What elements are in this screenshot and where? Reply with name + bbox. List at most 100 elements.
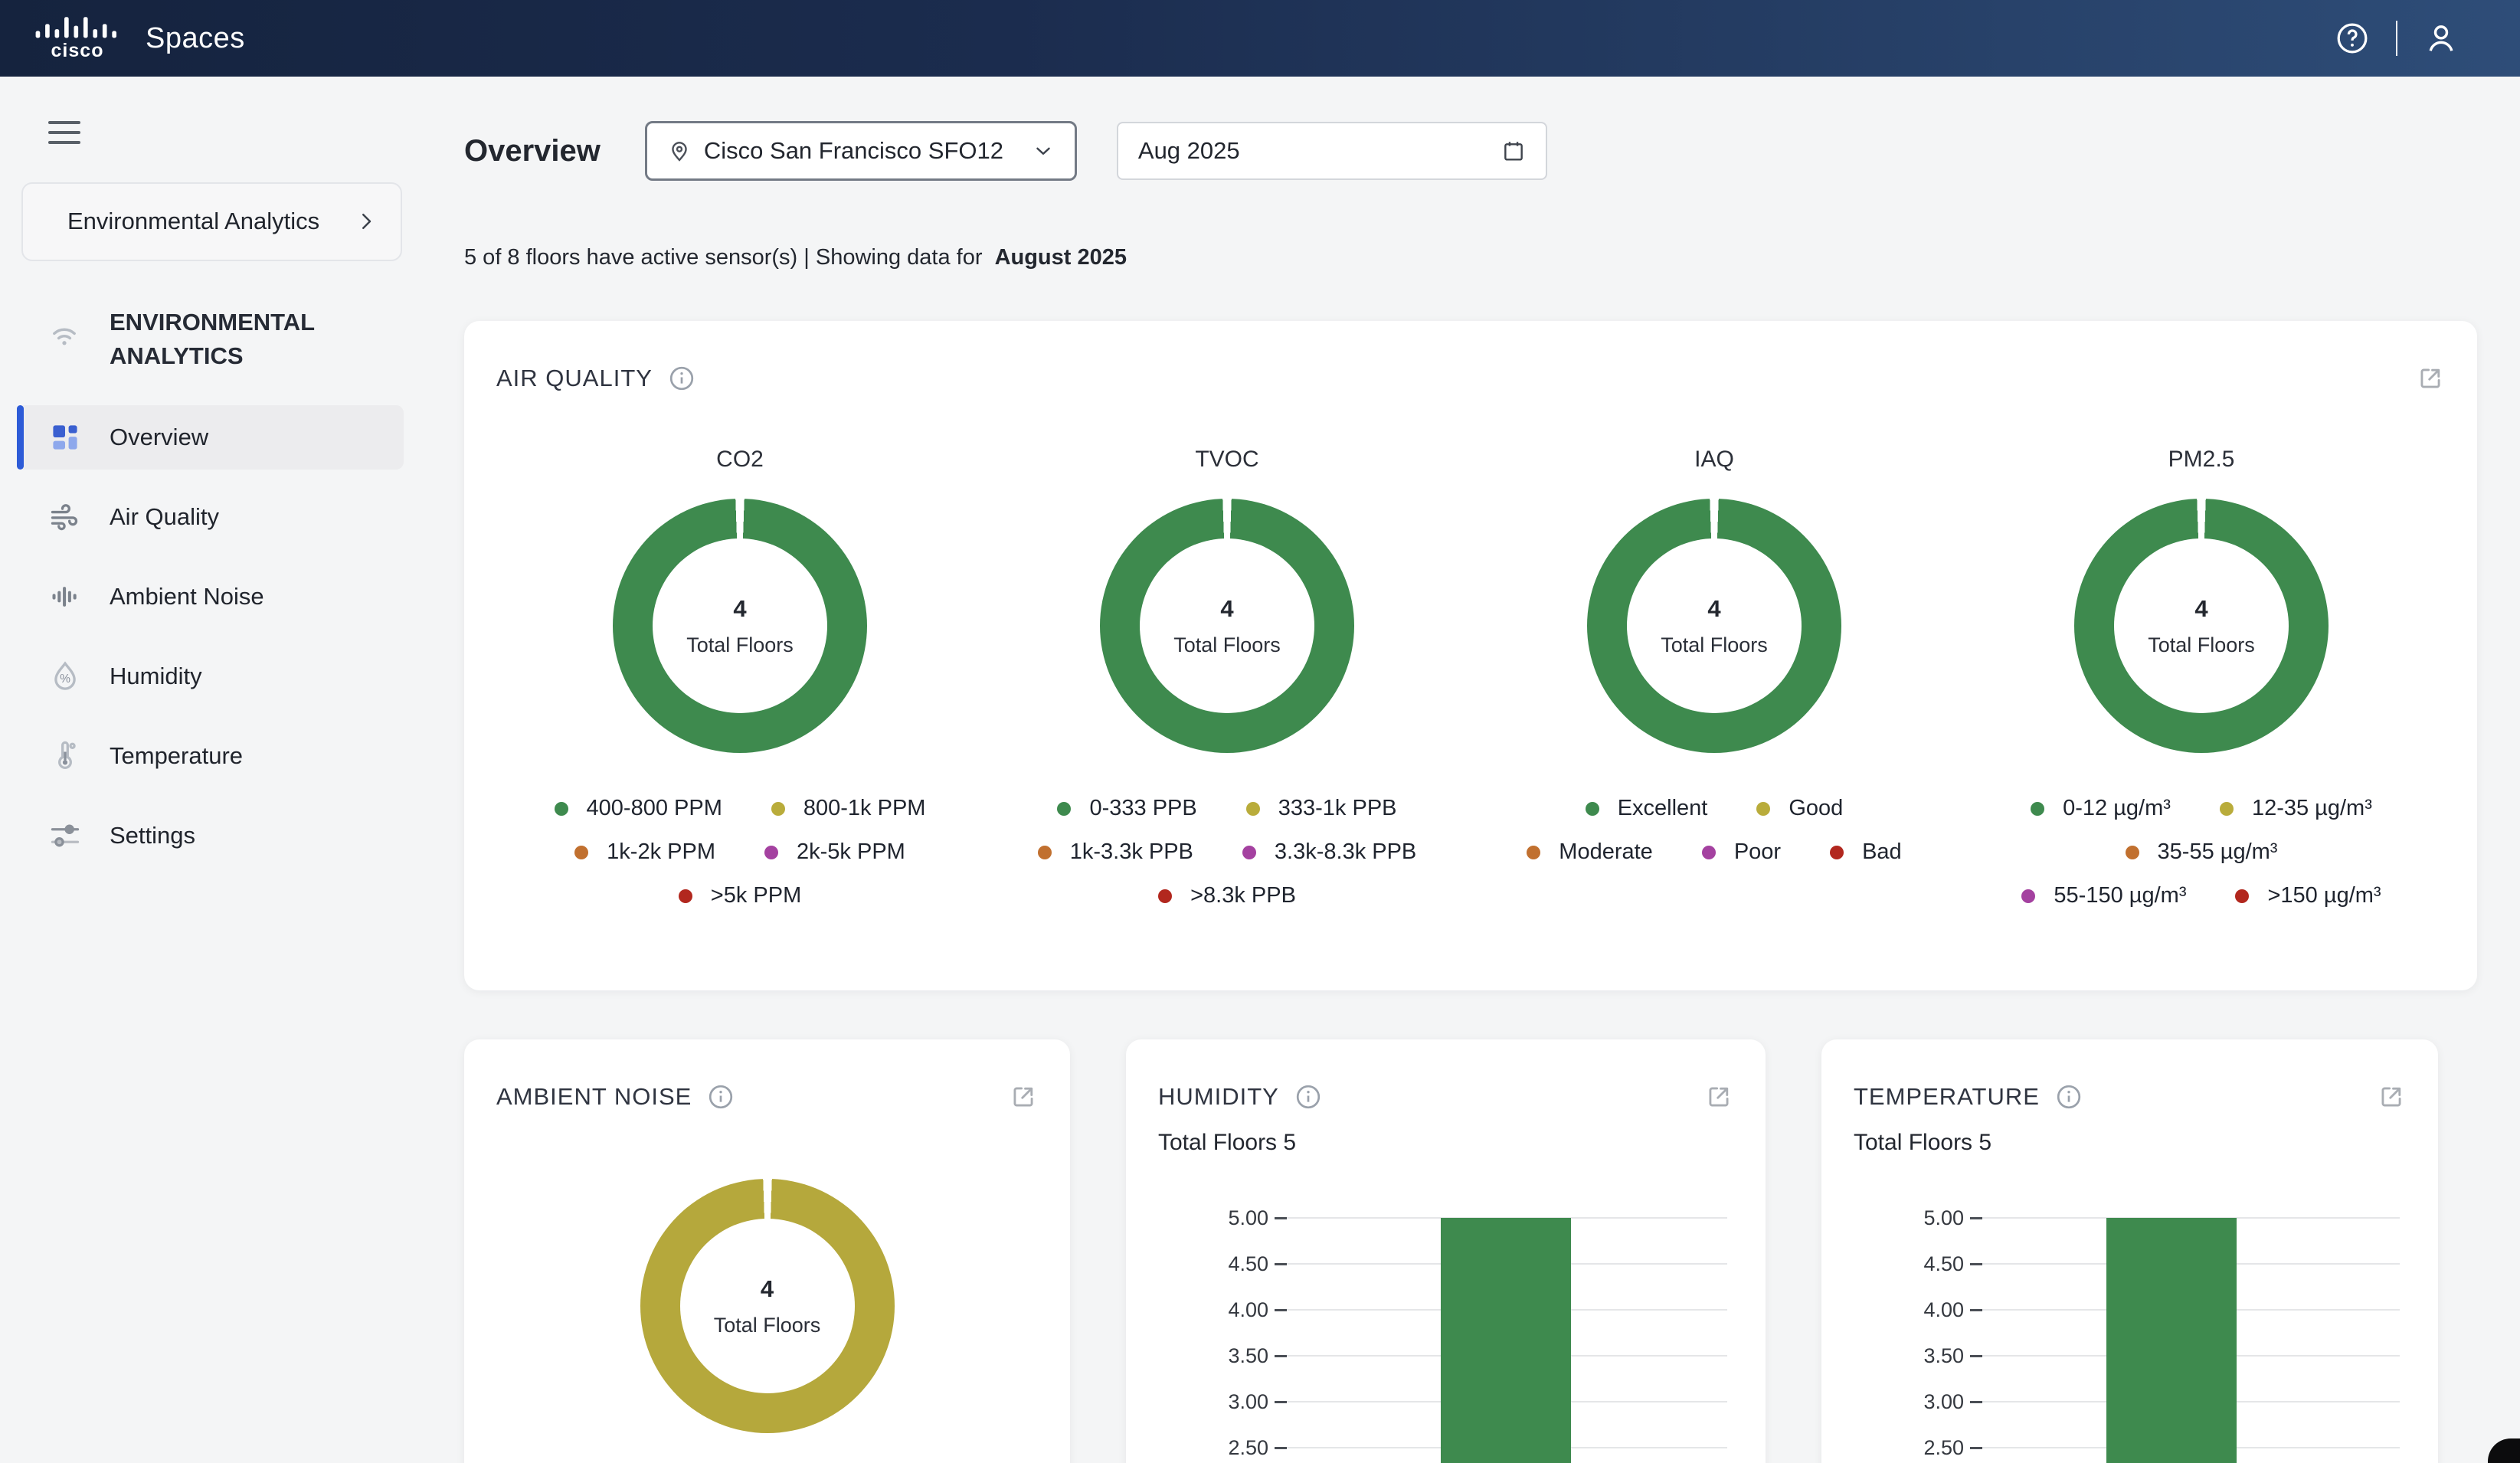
donut-label: Total Floors — [2148, 633, 2255, 657]
wind-icon — [48, 500, 82, 534]
legend-item[interactable]: >150 µg/m³ — [2235, 883, 2381, 908]
legend-item[interactable]: Good — [1756, 796, 1843, 821]
y-tick-mark — [1275, 1401, 1287, 1403]
brand: cisco Spaces — [32, 15, 245, 62]
legend-dot — [1586, 802, 1599, 816]
legend-item[interactable]: 1k-2k PPM — [574, 840, 715, 865]
sidebar-toggle-button[interactable] — [48, 121, 80, 144]
legend-label: 3.3k-8.3k PPB — [1275, 840, 1416, 865]
chevron-right-icon — [355, 210, 378, 233]
help-button[interactable] — [2335, 21, 2370, 56]
svg-text:%: % — [60, 672, 70, 685]
y-tick-mark — [1970, 1401, 1982, 1403]
bar-series — [2106, 1218, 2237, 1463]
y-tick-mark — [1970, 1217, 1982, 1219]
sidebar-item-label: Settings — [110, 822, 195, 849]
legend-dot — [1527, 846, 1540, 859]
y-tick-label: 4.00 — [1849, 1298, 1964, 1322]
status-text: 5 of 8 floors have active sensor(s) | Sh… — [464, 245, 983, 270]
legend-label: 2k-5k PPM — [797, 840, 905, 865]
aq-metric-iaq: IAQ4Total FloorsExcellentGoodModeratePoo… — [1471, 447, 1958, 927]
legend-label: Good — [1789, 796, 1843, 821]
sidebar-item-label: Ambient Noise — [110, 583, 264, 610]
legend-label: 1k-3.3k PPB — [1070, 840, 1193, 865]
legend-item[interactable]: Moderate — [1527, 840, 1653, 865]
y-tick-mark — [1970, 1447, 1982, 1449]
status-line: 5 of 8 floors have active sensor(s) | Sh… — [464, 245, 2477, 270]
legend-item[interactable]: 55-150 µg/m³ — [2021, 883, 2186, 908]
legend-item[interactable]: 800-1k PPM — [771, 796, 926, 821]
humidity-bar-chart: 5.004.504.003.503.002.50TOTAL FLOORS — [1126, 1039, 1766, 1463]
legend-item[interactable]: Excellent — [1586, 796, 1708, 821]
legend-label: >150 µg/m³ — [2267, 883, 2381, 908]
sliders-icon — [48, 819, 82, 853]
app-context-switcher[interactable]: Environmental Analytics — [21, 182, 402, 261]
navbar-divider — [2396, 21, 2397, 56]
sidebar-item-air-quality[interactable]: Air Quality — [17, 485, 404, 549]
legend-item[interactable]: 1k-3.3k PPB — [1038, 840, 1193, 865]
location-dropdown[interactable]: Cisco San Francisco SFO12 — [645, 121, 1077, 181]
sidebar-item-label: Air Quality — [110, 503, 219, 531]
legend-item[interactable]: >8.3k PPB — [1158, 883, 1296, 908]
metric-title: TVOC — [1195, 447, 1258, 473]
donut-label: Total Floors — [1661, 633, 1768, 657]
legend-item[interactable]: 0-12 µg/m³ — [2031, 796, 2171, 821]
donut-value: 4 — [2194, 595, 2207, 623]
legend-dot — [1242, 846, 1256, 859]
legend-label: 800-1k PPM — [803, 796, 926, 821]
sidebar-item-settings[interactable]: Settings — [17, 804, 404, 868]
donut-value: 4 — [733, 595, 746, 623]
pm25-donut-chart: 4 Total Floors — [2074, 499, 2329, 753]
expand-external-link-icon[interactable] — [2416, 364, 2445, 393]
aq-metric-co2: CO24Total Floors400-800 PPM800-1k PPM1k-… — [496, 447, 983, 927]
y-axis-title: TOTAL FLOORS — [1847, 1386, 1874, 1463]
legend-dot — [771, 802, 785, 816]
legend-dot — [1158, 889, 1172, 903]
tvoc-donut-chart: 4Total Floors — [1100, 499, 1354, 753]
donut-value: 4 — [1707, 595, 1720, 623]
metric-legend: 0-12 µg/m³ 12-35 µg/m³ 35-55 µg/m³ 55-150 µ… — [1958, 796, 2445, 927]
cisco-logo-icon: cisco — [32, 15, 123, 62]
legend-item[interactable]: Bad — [1830, 840, 1902, 865]
y-tick-label: 4.00 — [1154, 1298, 1268, 1322]
calendar-icon — [1501, 139, 1526, 163]
expand-external-link-icon[interactable] — [1009, 1082, 1038, 1111]
sidebar-item-overview[interactable]: Overview — [17, 405, 404, 470]
legend-item[interactable]: 12-35 µg/m³ — [2220, 796, 2372, 821]
legend-item[interactable]: 333-1k PPB — [1246, 796, 1397, 821]
y-tick-mark — [1275, 1263, 1287, 1265]
legend-item[interactable]: 0-333 PPB — [1057, 796, 1196, 821]
sidebar-item-humidity[interactable]: %Humidity — [17, 644, 404, 709]
sidebar-item-ambient-noise[interactable]: Ambient Noise — [17, 565, 404, 629]
metric-legend: Excellent Good Moderate Poor Bad — [1471, 796, 1958, 883]
y-tick-mark — [1970, 1263, 1982, 1265]
legend-item[interactable]: Poor — [1702, 840, 1781, 865]
cisco-logo-word: cisco — [51, 40, 104, 62]
legend-dot — [679, 889, 692, 903]
y-tick-mark — [1970, 1309, 1982, 1311]
legend-dot — [1246, 802, 1260, 816]
legend-item[interactable]: 35-55 µg/m³ — [2126, 840, 2278, 865]
y-axis-title: TOTAL FLOORS — [1152, 1386, 1178, 1463]
legend-label: 55-150 µg/m³ — [2054, 883, 2186, 908]
month-picker[interactable]: Aug 2025 — [1117, 122, 1547, 180]
legend-item[interactable]: >5k PPM — [679, 883, 801, 908]
legend-item[interactable]: 400-800 PPM — [555, 796, 722, 821]
legend-label: Poor — [1734, 840, 1781, 865]
temperature-card: TEMPERATURE — [1821, 1039, 2438, 1463]
iaq-donut-chart: 4 Total Floors — [1587, 499, 1841, 753]
legend-label: 0-12 µg/m³ — [2063, 796, 2171, 821]
legend-label: 12-35 µg/m³ — [2252, 796, 2372, 821]
info-icon[interactable] — [707, 1083, 735, 1111]
help-icon — [2335, 21, 2370, 56]
status-period: August 2025 — [995, 245, 1127, 270]
info-icon[interactable] — [668, 365, 695, 392]
donut-label: Total Floors — [714, 1314, 821, 1337]
user-menu-button[interactable] — [2423, 21, 2459, 56]
wifi-icon — [48, 319, 80, 352]
legend-dot — [1038, 846, 1052, 859]
legend-label: Excellent — [1618, 796, 1708, 821]
legend-item[interactable]: 3.3k-8.3k PPB — [1242, 840, 1416, 865]
sidebar-item-temperature[interactable]: Temperature — [17, 724, 404, 788]
legend-item[interactable]: 2k-5k PPM — [764, 840, 905, 865]
